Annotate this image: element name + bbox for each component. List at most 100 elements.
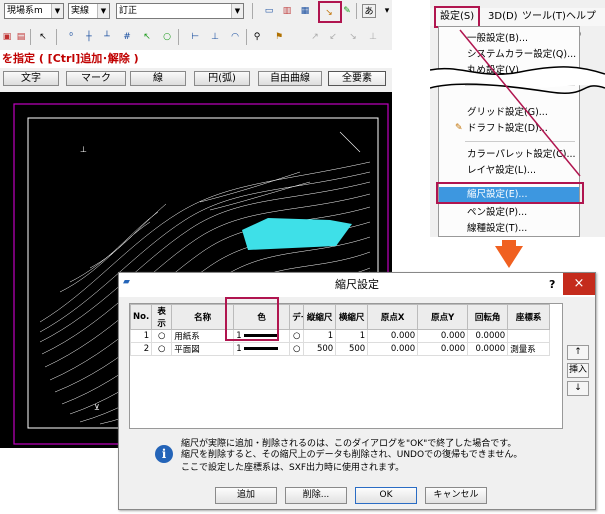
scale-table: No. 表示 名称 色 データ 縦縮尺 横縮尺 原点X 原点Y 回転角 座標系 … [129, 304, 551, 356]
mode-all-button[interactable]: 全要素 [328, 71, 386, 86]
mode-mark-button[interactable]: マーク [66, 71, 126, 86]
command-combo-value: 訂正 [119, 6, 138, 16]
info-line-1: 縮尺が実際に追加・削除されるのは、このダイアログを"OK"で終了した場合です。 [181, 439, 517, 449]
row-rotation[interactable]: 0.0000 [467, 342, 509, 356]
command-combo[interactable]: 訂正 ▼ [116, 3, 244, 19]
col-vscale: 縦縮尺 [303, 304, 337, 330]
move-down-button[interactable]: ↓ [567, 381, 589, 396]
mode-line-button[interactable]: 線 [130, 71, 186, 86]
scale-dialog: 縮尺設定 ▰ ? × No. 表示 名称 色 データ 縦縮尺 横縮尺 原点X 原… [118, 272, 596, 510]
layer-combo[interactable]: 現場系m ▼ [4, 3, 64, 19]
close-button[interactable]: × [563, 273, 595, 295]
row-coord[interactable] [507, 329, 551, 343]
ok-button[interactable]: OK [355, 487, 417, 504]
help-button[interactable]: ? [549, 273, 563, 297]
col-hscale: 横縮尺 [335, 304, 369, 330]
info-panel: i 縮尺が実際に追加・削除されるのは、このダイアログを"OK"で終了した場合です… [129, 435, 587, 477]
pointer-arrow-graphic [459, 29, 581, 177]
row-no: 2 [129, 342, 153, 356]
col-data: データ [289, 304, 305, 330]
symbol-mark: ⊻ [94, 403, 100, 412]
visible-toggle[interactable]: ○ [151, 342, 173, 356]
selection-mode-bar: 文字 マーク 線 円(弧) 自由曲線 全要素 [0, 70, 392, 88]
visible-toggle[interactable]: ○ [151, 329, 173, 343]
save-icon[interactable]: ▤ [14, 30, 28, 44]
data-indicator: ○ [289, 329, 305, 343]
delete-button[interactable]: 削除... [285, 487, 347, 504]
scale-grid[interactable]: No. 表示 名称 色 データ 縦縮尺 横縮尺 原点X 原点Y 回転角 座標系 … [129, 303, 563, 429]
perpendicular-icon[interactable]: ┴ [100, 30, 114, 44]
snap-icon[interactable]: ▣ [0, 30, 14, 44]
line-icon-1[interactable]: ⊢ [188, 30, 202, 44]
toolbar-separator [178, 29, 179, 45]
mode-freecurve-button[interactable]: 自由曲線 [258, 71, 322, 86]
table-row[interactable]: 1 ○ 用紙系 1 ○ 1 1 0.000 0.000 0.0000 [129, 329, 551, 343]
row-hscale[interactable]: 500 [335, 342, 369, 356]
copy-icon[interactable]: ▭ [262, 4, 276, 18]
move-up-button[interactable]: ↑ [567, 345, 589, 360]
grid-snap-icon[interactable]: # [120, 30, 134, 44]
layer-combo-value: 現場系m [7, 6, 43, 16]
toolbar-separator [356, 3, 357, 19]
mode-text-button[interactable]: 文字 [3, 71, 59, 86]
chevron-down-icon[interactable]: ▾ [380, 4, 392, 18]
disabled-tool-icon-2: ↙ [329, 32, 337, 42]
cross-snap-icon[interactable]: ┼ [82, 30, 96, 44]
disabled-tool-icon-1: ↗ [311, 32, 319, 42]
insert-button[interactable]: 挿入 [567, 363, 589, 378]
linetype-combo[interactable]: 実線 ▼ [68, 3, 110, 19]
row-name[interactable]: 平面図 [171, 342, 235, 356]
cancel-button[interactable]: キャンセル [425, 487, 487, 504]
col-visible: 表示 [151, 304, 173, 330]
disabled-tool-icon-3: ↘ [349, 32, 357, 42]
point-icon[interactable]: ↖ [140, 30, 154, 44]
col-origin-x: 原点X [367, 304, 419, 330]
circle-snap-icon[interactable]: ⁰ [64, 30, 78, 44]
pointer-icon[interactable]: ↖ [36, 30, 50, 44]
toolbar-separator [30, 29, 31, 45]
row-origin-y[interactable]: 0.000 [417, 329, 469, 343]
data-indicator: ○ [289, 342, 305, 356]
magnify-icon[interactable]: ⚲ [250, 30, 264, 44]
color-swatch [244, 347, 279, 350]
col-coord: 座標系 [507, 304, 551, 330]
row-vscale[interactable]: 500 [303, 342, 337, 356]
grid-icon[interactable]: ▦ [298, 4, 312, 18]
col-no: No. [129, 304, 153, 330]
row-origin-x[interactable]: 0.000 [367, 342, 419, 356]
palette-icon[interactable]: ▥ [280, 4, 294, 18]
row-no: 1 [129, 329, 153, 343]
row-coord[interactable]: 測量系 [507, 342, 551, 356]
pen-icon[interactable]: ✎ [340, 4, 354, 18]
arc-icon[interactable]: ◠ [228, 30, 242, 44]
circle-icon[interactable]: ○ [160, 30, 174, 44]
table-row[interactable]: 2 ○ 平面図 1 ○ 500 500 0.000 0.000 0.0000 測… [129, 342, 551, 356]
app-icon: ▰ [123, 277, 130, 287]
north-mark: ⊥ [80, 145, 87, 154]
row-origin-x[interactable]: 0.000 [367, 329, 419, 343]
line-icon-2[interactable]: ⊥ [208, 30, 222, 44]
toolbar-separator [252, 3, 253, 19]
add-button[interactable]: 追加 [215, 487, 277, 504]
toolbar-separator [56, 29, 57, 45]
chevron-down-icon[interactable]: ▼ [51, 4, 63, 18]
info-icon: i [155, 445, 173, 463]
row-vscale[interactable]: 1 [303, 329, 337, 343]
text-style-icon[interactable]: あ [362, 4, 376, 18]
chevron-down-icon[interactable]: ▼ [97, 4, 109, 18]
chevron-down-icon[interactable]: ▼ [231, 4, 243, 18]
scale-button-highlight [318, 1, 342, 23]
command-prompt: を指定 ( [Ctrl]追加･解除 ) [0, 50, 392, 68]
mode-arc-button[interactable]: 円(弧) [194, 71, 250, 86]
row-rotation[interactable]: 0.0000 [467, 329, 509, 343]
settings-menu-window: 設定(S) 3D(D) ツール(T) ヘルプ(H) 一般設定(B)... システ… [430, 0, 605, 237]
row-origin-y[interactable]: 0.000 [417, 342, 469, 356]
dialog-title: 縮尺設定 [119, 273, 595, 297]
col-rotation: 回転角 [467, 304, 509, 330]
col-origin-y: 原点Y [417, 304, 469, 330]
linetype-combo-value: 実線 [71, 6, 90, 16]
info-line-2: 縮尺を削除すると、その縮尺上のデータも削除され、UNDOでの復帰もできません。 [181, 450, 523, 460]
row-color[interactable]: 1 [233, 342, 291, 356]
zoom-icon[interactable]: ⚑ [272, 30, 286, 44]
row-hscale[interactable]: 1 [335, 329, 369, 343]
